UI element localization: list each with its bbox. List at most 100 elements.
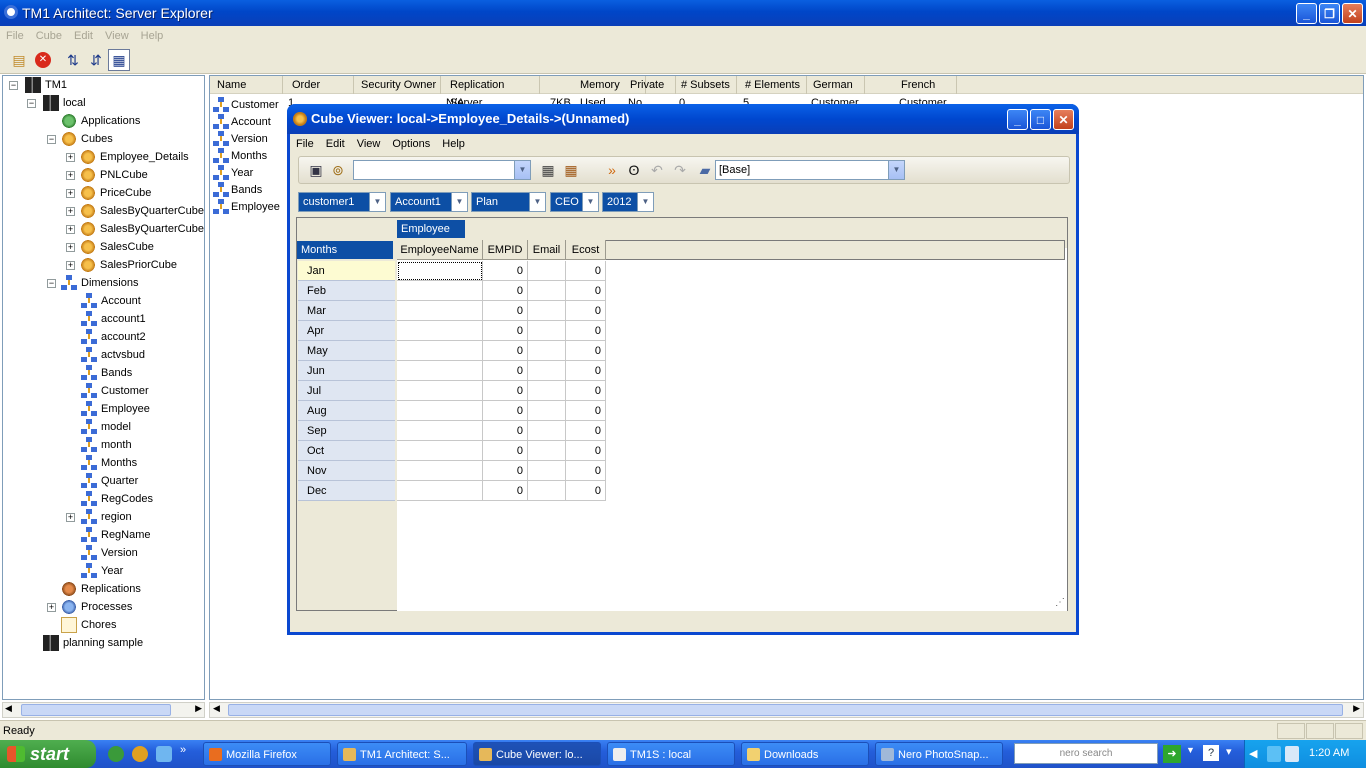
- nero-search-box[interactable]: nero search: [1014, 743, 1158, 764]
- grid-cell[interactable]: 0: [483, 341, 528, 361]
- chevron-down-icon[interactable]: ▾: [1226, 745, 1232, 758]
- chevron-left-icon[interactable]: ◀: [1249, 747, 1257, 760]
- col-name[interactable]: Name: [213, 76, 283, 94]
- expand-icon[interactable]: +: [66, 243, 75, 252]
- row-header-month[interactable]: Sep: [298, 421, 395, 441]
- list-item[interactable]: Customer: [213, 96, 279, 113]
- sandbox-icon[interactable]: ʘ: [623, 159, 645, 181]
- help-icon[interactable]: ?: [1203, 745, 1219, 761]
- row-header-month[interactable]: Apr: [298, 321, 395, 341]
- grid-cell[interactable]: [528, 381, 566, 401]
- tree-node-local[interactable]: local: [43, 94, 86, 112]
- grid-cell[interactable]: 0: [566, 481, 606, 501]
- row-header-month[interactable]: Jul: [298, 381, 395, 401]
- row-header-month[interactable]: Aug: [298, 401, 395, 421]
- expand-icon[interactable]: +: [66, 207, 75, 216]
- tree-node-cubes[interactable]: Cubes: [61, 130, 113, 148]
- list-item[interactable]: Months: [213, 147, 267, 164]
- save-view-icon[interactable]: ▣: [305, 159, 327, 181]
- title-dim-account[interactable]: Account1 ▼: [390, 192, 468, 212]
- column-header-empid[interactable]: EMPID: [483, 240, 528, 260]
- grid-cell[interactable]: [397, 461, 483, 481]
- tree-node-dimension[interactable]: model: [81, 418, 131, 436]
- grid-cell[interactable]: 0: [566, 461, 606, 481]
- tree-node-chores[interactable]: Chores: [61, 616, 116, 634]
- tree-node-dimension[interactable]: Bands: [81, 364, 132, 382]
- grid-cell[interactable]: [528, 301, 566, 321]
- grid-cell[interactable]: [397, 341, 483, 361]
- grid-cell[interactable]: [397, 441, 483, 461]
- row-header-month[interactable]: May: [298, 341, 395, 361]
- scroll-right-icon[interactable]: ▶: [1353, 703, 1360, 714]
- list-item[interactable]: Year: [213, 164, 253, 181]
- grid-cell[interactable]: [528, 421, 566, 441]
- alias-select[interactable]: [Base] ▼: [715, 160, 905, 180]
- title-dim-customer[interactable]: customer1 ▼: [298, 192, 386, 212]
- tree-node-dimension[interactable]: Employee: [81, 400, 150, 418]
- tree-node-dimension[interactable]: Year: [81, 562, 123, 580]
- chart-icon[interactable]: ▰: [694, 159, 716, 181]
- calculator-icon[interactable]: ▦: [537, 159, 559, 181]
- tree-node-planning-sample[interactable]: planning sample: [43, 634, 143, 652]
- go-arrow-icon[interactable]: ➜: [1163, 745, 1181, 763]
- tree-node-applications[interactable]: Applications: [61, 112, 140, 130]
- row-header-month[interactable]: Nov: [298, 461, 395, 481]
- browse-icon[interactable]: ⊚: [327, 159, 349, 181]
- collapse-icon[interactable]: −: [27, 99, 36, 108]
- scroll-right-icon[interactable]: ▶: [195, 703, 202, 714]
- grid-cell[interactable]: 0: [566, 361, 606, 381]
- col-security-owner[interactable]: Security Owner: [357, 76, 441, 94]
- row-header-month[interactable]: Oct: [298, 441, 395, 461]
- start-button[interactable]: start: [0, 740, 96, 768]
- cv-minimize-button[interactable]: _: [1007, 109, 1028, 130]
- expand-icon[interactable]: +: [66, 513, 75, 522]
- grid-cell[interactable]: [528, 261, 566, 281]
- title-dim-version[interactable]: Plan ▼: [471, 192, 546, 212]
- server-explorer-tree[interactable]: − TM1 − local Applications − Cubes + Emp…: [2, 75, 205, 700]
- expand-icon[interactable]: +: [66, 171, 75, 180]
- minimize-button[interactable]: _: [1296, 3, 1317, 24]
- grid-cell[interactable]: 0: [566, 421, 606, 441]
- stop-icon[interactable]: ✕: [32, 49, 54, 71]
- restore-button[interactable]: ❐: [1319, 3, 1340, 24]
- row-dimension-label[interactable]: Months: [297, 241, 393, 259]
- tree-horizontal-scrollbar[interactable]: ◀ ▶: [2, 702, 205, 718]
- grid-cell[interactable]: 0: [483, 361, 528, 381]
- grid-cell[interactable]: [528, 481, 566, 501]
- tree-node-dimension[interactable]: RegCodes: [81, 490, 153, 508]
- tree-node-replications[interactable]: Replications: [61, 580, 141, 598]
- view-select[interactable]: ▼: [353, 160, 531, 180]
- expand-icon[interactable]: +: [66, 189, 75, 198]
- grid-cell[interactable]: 0: [483, 301, 528, 321]
- grid-cell[interactable]: 0: [483, 441, 528, 461]
- undo-icon[interactable]: ↶: [646, 159, 668, 181]
- properties-pane-icon[interactable]: ▦: [108, 49, 130, 71]
- row-header-month[interactable]: Jun: [298, 361, 395, 381]
- tree-node-dimension[interactable]: actvsbud: [81, 346, 145, 364]
- tree-node-cube[interactable]: SalesPriorCube: [80, 256, 177, 274]
- grid-cell[interactable]: [528, 321, 566, 341]
- task-nero[interactable]: Nero PhotoSnap...: [875, 742, 1003, 766]
- grid-cell[interactable]: [528, 341, 566, 361]
- grid-cell[interactable]: [397, 281, 483, 301]
- grid-cell[interactable]: [397, 481, 483, 501]
- expand-icon[interactable]: +: [66, 261, 75, 270]
- grid-cell[interactable]: 0: [566, 441, 606, 461]
- task-downloads[interactable]: Downloads: [741, 742, 869, 766]
- column-dimension-label[interactable]: Employee: [397, 220, 465, 238]
- menu-cube[interactable]: Cube: [30, 30, 68, 42]
- tray-icon[interactable]: [1267, 746, 1281, 762]
- automatic-recalc-icon[interactable]: »: [601, 159, 623, 181]
- tree-node-dimension[interactable]: region: [81, 508, 132, 526]
- tree-node-dimension[interactable]: Quarter: [81, 472, 138, 490]
- cv-menu-options[interactable]: Options: [386, 138, 436, 150]
- row-header-month[interactable]: Dec: [298, 481, 395, 501]
- tree-node-dimension[interactable]: account2: [81, 328, 146, 346]
- grid-cell[interactable]: [397, 421, 483, 441]
- list-item[interactable]: Bands: [213, 181, 262, 198]
- redo-icon[interactable]: ↷: [669, 159, 691, 181]
- tree-node-cube[interactable]: SalesByQuarterCube: [80, 202, 204, 220]
- tree-node-dimension[interactable]: Account: [81, 292, 141, 310]
- column-header-employeename[interactable]: EmployeeName: [397, 240, 483, 260]
- menu-help[interactable]: Help: [135, 30, 170, 42]
